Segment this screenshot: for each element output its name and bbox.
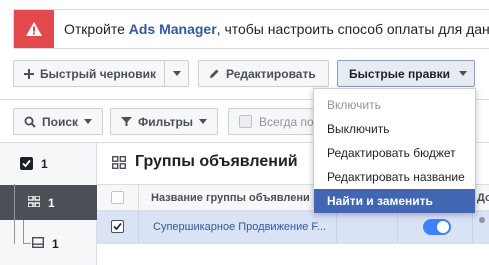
column-divider bbox=[397, 211, 398, 243]
adset-name-link[interactable]: Супершикарное Продвижение F... bbox=[153, 221, 326, 233]
tree-ads-row[interactable]: 1 bbox=[0, 230, 97, 257]
quick-edits-label: Быстрые правки bbox=[349, 66, 451, 81]
search-icon bbox=[24, 116, 36, 128]
ad-count: 1 bbox=[52, 236, 59, 251]
menu-item-edit-name[interactable]: Редактировать название bbox=[314, 165, 475, 189]
chevron-down-icon bbox=[459, 71, 468, 76]
quick-draft-dropdown[interactable] bbox=[164, 61, 188, 86]
search-label: Поиск bbox=[42, 114, 79, 129]
campaign-checkbox[interactable] bbox=[20, 157, 33, 170]
search-button[interactable]: Поиск bbox=[13, 108, 103, 135]
funnel-icon bbox=[121, 116, 132, 127]
plus-icon bbox=[24, 68, 34, 79]
edit-button[interactable]: Редактировать bbox=[198, 60, 329, 87]
quick-edits-menu: Включить Выключить Редактировать бюджет … bbox=[313, 88, 476, 213]
chevron-down-icon bbox=[84, 119, 93, 124]
filters-button[interactable]: Фильтры bbox=[110, 108, 218, 135]
menu-item-edit-budget[interactable]: Редактировать бюджет bbox=[314, 141, 475, 165]
quick-draft-button[interactable]: Быстрый черновик bbox=[13, 60, 189, 87]
menu-item-enable: Включить bbox=[327, 98, 381, 112]
pencil-icon bbox=[209, 68, 220, 79]
adset-count: 1 bbox=[48, 195, 55, 210]
quick-edits-button[interactable]: Быстрые правки bbox=[337, 60, 475, 87]
column-divider bbox=[138, 211, 139, 243]
page-title-text: Группы объявлений bbox=[135, 153, 298, 170]
chevron-down-icon bbox=[172, 71, 181, 76]
chevron-down-icon bbox=[199, 119, 208, 124]
ads-manager-link[interactable]: Ads Manager bbox=[129, 21, 217, 37]
column-divider bbox=[472, 211, 473, 243]
always-checkbox[interactable] bbox=[239, 115, 252, 128]
page-title: Группы объявлений bbox=[112, 153, 298, 171]
edit-label: Редактировать bbox=[226, 66, 316, 81]
adset-toggle[interactable] bbox=[423, 219, 451, 235]
row-divider bbox=[97, 243, 489, 244]
delivery-status-dot bbox=[479, 217, 485, 223]
alert-message: Откройте Ads Manager, чтобы настроить сп… bbox=[64, 21, 489, 37]
grid-icon bbox=[112, 155, 126, 169]
alert-text-after: , чтобы настроить способ оплаты для дан bbox=[216, 21, 489, 37]
quick-draft-label: Быстрый черновик bbox=[40, 66, 157, 81]
column-header-delivery[interactable]: До bbox=[477, 192, 489, 204]
payment-alert-banner: Откройте Ads Manager, чтобы настроить сп… bbox=[13, 9, 489, 49]
always-label: Всегда по bbox=[259, 114, 314, 129]
table-row[interactable]: Супершикарное Продвижение F... bbox=[97, 211, 489, 243]
column-divider bbox=[336, 211, 337, 243]
column-divider bbox=[138, 185, 139, 210]
row-checkbox[interactable] bbox=[111, 220, 124, 233]
campaign-count: 1 bbox=[41, 156, 48, 171]
always-show-toggle[interactable]: Всегда по bbox=[228, 108, 318, 135]
grid-icon bbox=[27, 194, 41, 210]
alert-text-before: Откройте bbox=[64, 21, 129, 37]
toggle-knob bbox=[437, 221, 449, 233]
menu-item-disable[interactable]: Выключить bbox=[314, 117, 475, 141]
ad-preview-icon bbox=[31, 236, 45, 251]
filters-label: Фильтры bbox=[138, 114, 194, 129]
tree-campaigns-row[interactable]: 1 bbox=[0, 143, 97, 184]
level-tree: 1 1 1 bbox=[0, 143, 97, 265]
menu-item-find-replace[interactable]: Найти и заменить bbox=[314, 189, 475, 213]
warning-icon bbox=[14, 10, 54, 48]
select-all-checkbox[interactable] bbox=[111, 191, 124, 204]
column-header-name[interactable]: Название группы объявлени bbox=[151, 192, 310, 204]
